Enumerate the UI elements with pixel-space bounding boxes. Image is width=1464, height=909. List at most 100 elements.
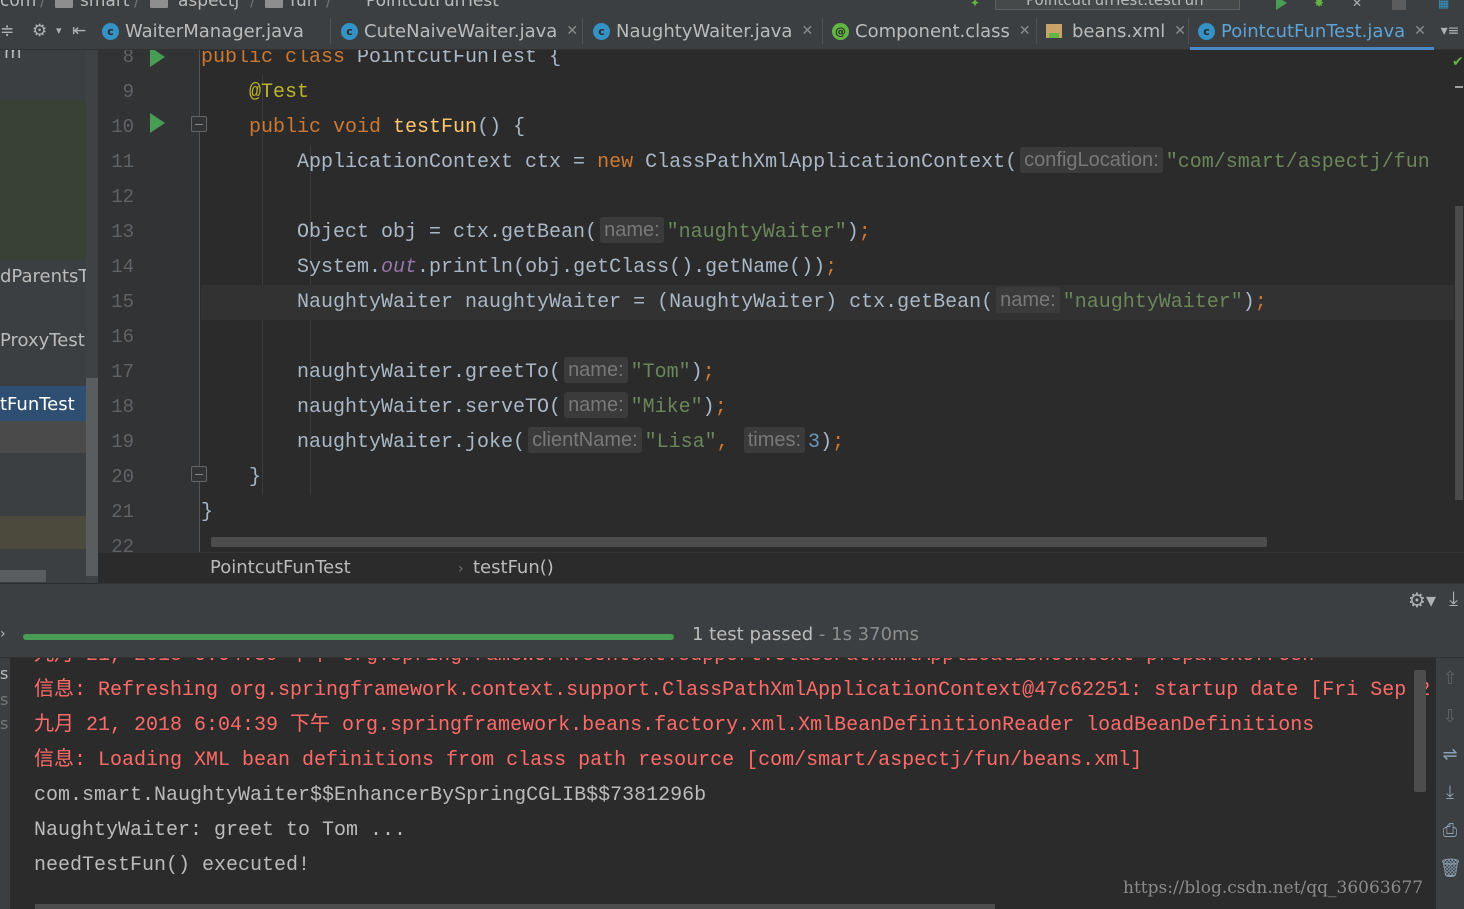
- hide-panel-icon[interactable]: ⤓: [1449, 586, 1458, 610]
- tab-waitermanager[interactable]: c WaiterManager.java: [102, 12, 304, 50]
- print-icon[interactable]: ⎙: [1439, 820, 1461, 842]
- run-class-icon[interactable]: [150, 50, 165, 67]
- close-icon[interactable]: ✕: [801, 23, 813, 39]
- string-literal: "naughtyWaiter": [1062, 291, 1243, 314]
- close-icon[interactable]: ✕: [566, 23, 578, 39]
- code-line: public class PointcutFunTest {: [201, 50, 562, 69]
- scroll-to-end-icon[interactable]: ⤓: [1439, 782, 1461, 804]
- run-configuration-select[interactable]: PointcutFunTest.testFun: [995, 0, 1240, 10]
- breadcrumb-method[interactable]: testFun(): [473, 557, 554, 578]
- editor-tab-bar: ≑ ⚙ ▾ ⇤ c WaiterManager.java c CuteNaive…: [0, 12, 1464, 50]
- nav-separator: /: [134, 0, 140, 11]
- nav-separator: /: [40, 0, 46, 11]
- tree-scrollbar-thumb[interactable]: [86, 378, 98, 576]
- trash-icon[interactable]: 🗑: [1439, 858, 1462, 880]
- line-number: 14: [111, 256, 134, 278]
- breadcrumb-class[interactable]: PointcutFunTest: [210, 557, 351, 578]
- tree-band: [0, 421, 86, 453]
- console-vscrollbar-thumb[interactable]: [1414, 670, 1426, 792]
- console-line: com.smart.NaughtyWaiter$$EnhancerBySprin…: [34, 784, 707, 807]
- tree-item[interactable]: s: [0, 690, 8, 709]
- editor-gutter: 8 9 10 11 12 13 14 15 16 17 18 19 20 21 …: [98, 50, 207, 552]
- tab-naughtywaiter[interactable]: c NaughtyWaiter.java ✕: [593, 12, 813, 50]
- code-line: Object obj = ctx.getBean(name: "naughtyWa…: [201, 216, 871, 244]
- tab-cutenaivewaiter[interactable]: c CuteNaiveWaiter.java ✕: [341, 12, 578, 50]
- test-duration: - 1s 370ms: [813, 624, 919, 645]
- tab-divider: [330, 18, 331, 44]
- line-number: 8: [122, 50, 134, 68]
- console-output[interactable]: 九月 21, 2018 6:04:39 下午 org.springframewo…: [10, 658, 1430, 909]
- string-literal: "Mike": [630, 396, 703, 419]
- tab-pointcutfuntest[interactable]: c PointcutFunTest.java ✕: [1190, 12, 1434, 50]
- stop-icon[interactable]: [1392, 0, 1406, 10]
- code-line: public void testFun() {: [249, 116, 526, 139]
- parameter-hint: name:: [996, 286, 1060, 313]
- parameter-hint: name:: [564, 391, 628, 418]
- tree-item-selected[interactable]: tFunTest: [0, 394, 75, 415]
- coverage-icon[interactable]: ✕: [1352, 0, 1366, 10]
- tab-beans-xml[interactable]: beans.xml ✕: [1044, 12, 1186, 50]
- tree-item[interactable]: ProxyTest: [0, 330, 85, 351]
- nav-separator: /: [250, 0, 256, 11]
- string-literal: "com/smart/aspectj/fun: [1165, 151, 1430, 174]
- console-line: 信息: Refreshing org.springframework.conte…: [34, 679, 1430, 702]
- debug-icon[interactable]: ✸: [1314, 0, 1328, 10]
- gear-icon[interactable]: ⚙: [32, 21, 47, 41]
- tree-item[interactable]: dParentsTes: [0, 266, 98, 287]
- arrow-down-icon[interactable]: ⇩: [1439, 706, 1461, 728]
- close-icon[interactable]: ✕: [1019, 23, 1031, 39]
- nav-crumb-class[interactable]: PointcutFunTest: [366, 0, 499, 11]
- tab-component-class[interactable]: @ Component.class ✕: [832, 12, 1031, 50]
- annotation-icon: @: [832, 22, 849, 40]
- tab-list-menu-icon[interactable]: ▾≡: [1436, 12, 1464, 50]
- run-icon[interactable]: [1276, 0, 1287, 10]
- watermark: https://blog.csdn.net/qq_36063677: [1123, 878, 1424, 898]
- editor-vscrollbar-thumb[interactable]: [1455, 206, 1463, 500]
- close-icon[interactable]: ✕: [1414, 23, 1426, 39]
- code-editor[interactable]: 8 9 10 11 12 13 14 15 16 17 18 19 20 21 …: [98, 50, 1464, 552]
- console-toolbar: ⇧ ⇩ ⇌ ⤓ ⎙ 🗑: [1436, 658, 1464, 909]
- code-line: ApplicationContext ctx = new ClassPathXm…: [201, 146, 1430, 174]
- line-number: 19: [111, 431, 134, 453]
- tree-item[interactable]: m: [4, 50, 22, 63]
- console-hscrollbar-thumb[interactable]: [35, 904, 995, 909]
- arrow-up-icon[interactable]: ⇧: [1439, 668, 1461, 690]
- nav-separator: /: [326, 0, 332, 11]
- chevron-right-icon[interactable]: ›: [0, 626, 6, 642]
- collapse-icon[interactable]: ≑: [0, 21, 14, 41]
- line-number: 15: [111, 291, 134, 313]
- project-toolbar: ≑ ⚙ ▾ ⇤: [0, 12, 98, 50]
- test-result: 1 test passed: [692, 624, 814, 645]
- tab-divider: [1036, 18, 1037, 44]
- code-line: naughtyWaiter.greetTo(name: "Tom");: [201, 356, 715, 384]
- gear-icon[interactable]: ⚙▾: [1408, 588, 1436, 612]
- build-icon[interactable]: ✦: [970, 0, 984, 10]
- stripe-mark: [1455, 86, 1463, 88]
- tab-divider: [822, 18, 823, 44]
- tree-item[interactable]: s: [0, 664, 8, 683]
- test-status-text: 1 test passed - 1s 370ms: [692, 624, 919, 645]
- chevron-down-icon[interactable]: ▾: [56, 21, 62, 41]
- run-test-icon[interactable]: [150, 113, 165, 133]
- nav-crumb-smart[interactable]: smart: [80, 0, 130, 11]
- parameter-hint: configLocation:: [1020, 146, 1163, 173]
- tab-label: Component.class: [855, 20, 1010, 42]
- parameter-hint: clientName:: [528, 426, 642, 453]
- tab-label: NaughtyWaiter.java: [616, 20, 793, 42]
- code-area[interactable]: public class PointcutFunTest { @Test pub…: [201, 50, 1464, 552]
- project-structure-icon[interactable]: ▦: [1438, 0, 1452, 10]
- code-line: }: [201, 501, 214, 524]
- nav-crumb-fun[interactable]: fun: [290, 0, 318, 11]
- close-icon[interactable]: ✕: [1174, 23, 1186, 39]
- tree-hscrollbar-thumb[interactable]: [0, 570, 46, 582]
- line-number: 18: [111, 396, 134, 418]
- nav-crumb-aspectj[interactable]: aspectj: [178, 0, 239, 11]
- nav-crumb-com[interactable]: com: [0, 0, 36, 11]
- string-literal: "naughtyWaiter": [666, 221, 847, 244]
- editor-hscrollbar[interactable]: [211, 537, 1267, 547]
- tree-item[interactable]: s: [0, 714, 8, 733]
- hide-panel-icon[interactable]: ⇤: [72, 21, 86, 41]
- soft-wrap-icon[interactable]: ⇌: [1439, 744, 1461, 766]
- xml-icon: [1044, 22, 1066, 40]
